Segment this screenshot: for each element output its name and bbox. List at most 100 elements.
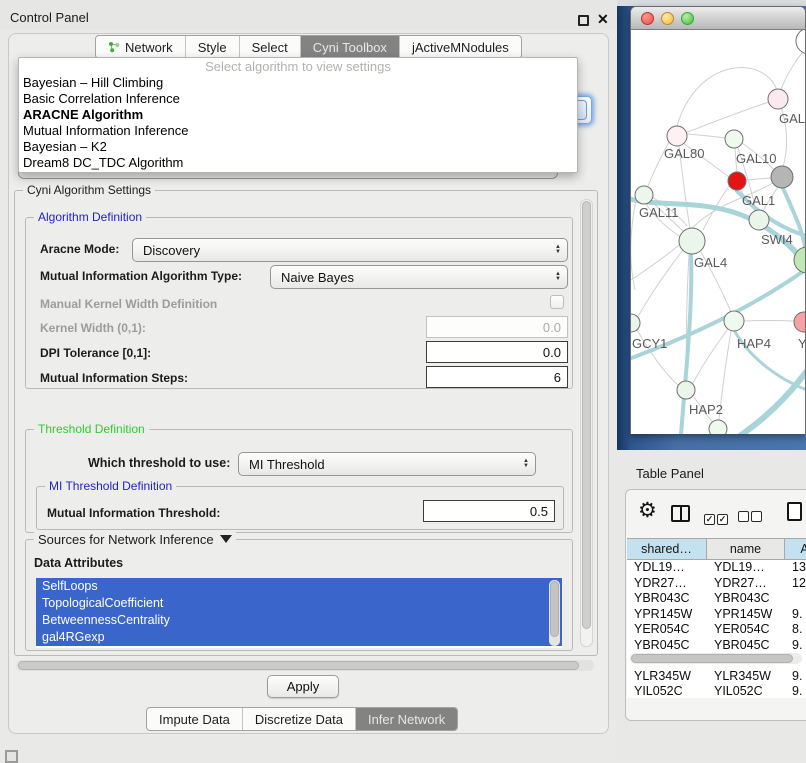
attribute-item[interactable]: BetweennessCentrality [36,612,562,629]
network-graph[interactable]: GALGAL80GAL10GAL1GAL11SWI4GAL4GCY1HAP4YH… [631,30,805,434]
tab-label: jActiveMNodules [412,40,509,55]
expanded-arrow-icon [220,535,232,543]
network-node[interactable] [796,30,805,54]
tab-discretize-data[interactable]: Discretize Data [243,708,356,730]
select-all-columns-icon[interactable]: ✓✓ [704,509,730,527]
attributes-scrollbar[interactable] [549,580,560,646]
column-header-a[interactable]: A [785,539,806,559]
network-node-gal[interactable] [768,89,788,109]
network-node[interactable] [709,420,727,434]
kernel-width-label: Kernel Width (0,1): [40,321,146,335]
network-window-titlebar[interactable] [631,7,805,30]
tab-label: Infer Network [368,712,445,727]
network-node[interactable] [771,166,793,188]
table-cell: YER054C [707,622,785,638]
table-panel-title: Table Panel [636,466,704,481]
dpi-tolerance-input[interactable] [426,341,568,363]
sources-group-title[interactable]: Sources for Network Inference [34,532,236,547]
algorithm-option[interactable]: Bayesian – K2 [19,139,577,155]
algorithm-option[interactable]: Mutual Information Inference [19,123,577,139]
table-row[interactable]: YPR145WYPR145W9. [627,607,806,623]
aracne-mode-select[interactable]: Discovery ▲▼ [132,238,568,262]
deselect-all-columns-icon[interactable] [738,509,764,527]
float-window-icon[interactable] [578,15,589,26]
zoom-traffic-light-icon[interactable] [681,12,694,25]
tab-impute-data[interactable]: Impute Data [147,708,243,730]
network-node-gal80[interactable] [667,126,687,146]
settings-horizontal-scrollbar[interactable] [16,660,594,671]
attribute-item[interactable]: gal4RGexp [36,629,562,646]
settings-group-title: Cyni Algorithm Settings [23,183,155,197]
network-node-gcy1[interactable] [631,314,640,332]
table-horizontal-scrollbar[interactable] [630,653,802,664]
apply-button[interactable]: Apply [267,675,339,698]
network-node[interactable] [728,172,746,190]
attribute-item[interactable]: TopologicalCoefficient [36,595,562,612]
table-cell: YER054C [627,622,707,638]
mi-threshold-input[interactable] [423,500,555,522]
table-cell: YPR145W [707,607,785,623]
table-cell: 9. [785,607,806,623]
table-row[interactable]: YDL19…YDL19…13 [627,560,806,576]
dropdown-placeholder: Select algorithm to view settings [19,58,577,75]
table-row[interactable]: YLR345WYLR345W9. [627,669,806,685]
tab-network[interactable]: Network [96,36,186,58]
column-header-shared[interactable]: shared… [627,539,707,559]
column-header-name[interactable]: name [707,539,785,559]
node-label: GAL10 [736,151,776,166]
attribute-item[interactable]: SelfLoops [36,578,562,595]
table-cell: YPR145W [627,607,707,623]
close-traffic-light-icon[interactable] [641,12,654,25]
algorithm-option[interactable]: Dream8 DC_TDC Algorithm [19,155,577,171]
network-node-y[interactable] [794,312,805,332]
settings-vertical-scrollbar[interactable] [580,199,593,647]
data-attributes-list[interactable]: SelfLoopsTopologicalCoefficientBetweenne… [36,578,562,648]
tab-infer-network[interactable]: Infer Network [356,708,457,730]
node-label: GAL80 [664,146,704,161]
mi-type-value: Naive Bayes [281,270,354,285]
gear-icon[interactable]: ⚙ [638,498,657,523]
cyni-mode-tabbar: Impute Data Discretize Data Infer Network [146,707,458,731]
tab-select[interactable]: Select [240,36,301,58]
table-rows: YDL19…YDL19…13YDR27…YDR27…12YBR043CYBR04… [627,560,806,698]
minimize-traffic-light-icon[interactable] [661,12,674,25]
algorithm-option[interactable]: Bayesian – Hill Climbing [19,75,577,91]
export-table-icon[interactable] [787,502,802,521]
minimized-panel-icon[interactable] [5,750,18,763]
table-row[interactable]: YBR043CYBR043C [627,591,806,607]
table-cell: 8. [785,622,806,638]
tab-style[interactable]: Style [186,36,240,58]
threshold-definition-group: Threshold Definition Which threshold to … [25,429,573,533]
dpi-tolerance-label: DPI Tolerance [0,1]: [40,346,151,360]
network-node-gal4[interactable] [679,228,705,254]
table-cell: 9. [785,669,806,685]
network-canvas[interactable]: GALGAL80GAL10GAL1GAL11SWI4GAL4GCY1HAP4YH… [631,30,805,434]
mi-steps-label: Mutual Information Steps: [40,371,188,385]
mi-steps-input[interactable] [426,366,568,388]
table-row[interactable]: YBR045CYBR045C9. [627,638,806,654]
tab-label: Discretize Data [255,712,343,727]
network-node-swi4[interactable] [749,210,769,230]
algorithm-option[interactable]: Basic Correlation Inference [19,91,577,107]
algorithm-option[interactable]: ARACNE Algorithm [19,107,577,123]
kernel-width-input[interactable] [426,316,568,338]
table-row[interactable]: YDR27…YDR27…12 [627,576,806,592]
tab-jactivemnodules[interactable]: jActiveMNodules [400,36,521,58]
table-cell: 9. [785,684,806,698]
table-cell: YLR345W [707,669,785,685]
network-node-gal11[interactable] [635,186,653,204]
mi-type-select[interactable]: Naive Bayes ▲▼ [270,265,568,289]
table-row[interactable]: YER054CYER054C8. [627,622,806,638]
network-node-gal10[interactable] [725,130,743,148]
close-icon[interactable]: ✕ [597,11,609,28]
split-columns-icon[interactable] [671,505,690,522]
table-cell [785,591,806,607]
network-node-hap4[interactable] [724,311,744,331]
table-row[interactable]: YIL052CYIL052C9. [627,684,806,698]
network-node-hap2[interactable] [677,381,695,399]
node-label: GAL [779,111,805,126]
aracne-mode-value: Discovery [143,243,200,258]
tab-cyni-toolbox[interactable]: Cyni Toolbox [301,36,400,58]
manual-kernel-checkbox[interactable] [550,295,564,309]
which-threshold-select[interactable]: MI Threshold ▲▼ [238,452,536,476]
